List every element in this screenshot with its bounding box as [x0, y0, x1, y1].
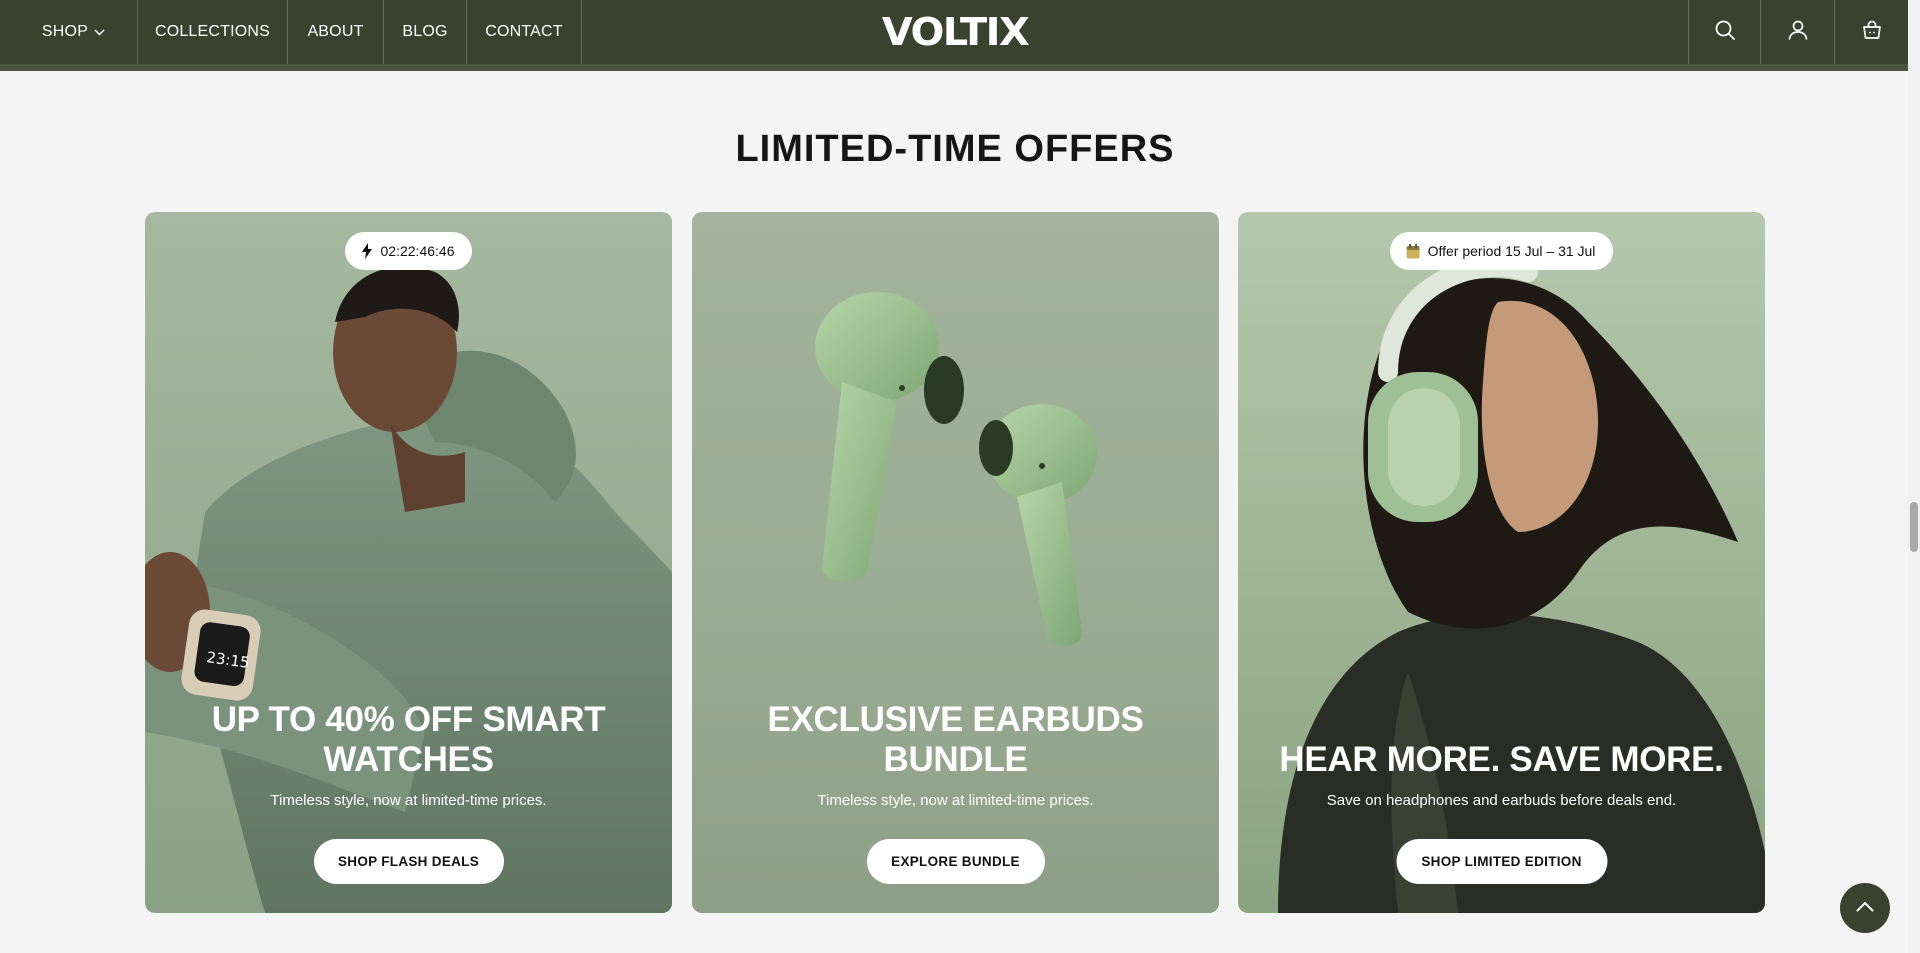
nav-contact[interactable]: CONTACT: [467, 0, 582, 64]
nav-collections[interactable]: COLLECTIONS: [138, 0, 288, 64]
chevron-up-icon: [1856, 899, 1874, 917]
search-button[interactable]: [1688, 0, 1760, 64]
scrollbar-thumb[interactable]: [1910, 502, 1918, 552]
header-actions: [1688, 0, 1908, 64]
site-logo[interactable]: VOLTIX: [880, 10, 1030, 54]
card-title-line: WATCHES: [323, 740, 494, 779]
countdown-badge: 02:22:46:46: [344, 232, 473, 270]
card-subtitle: Timeless style, now at limited-time pric…: [817, 792, 1094, 809]
nav-collections-label: COLLECTIONS: [154, 23, 271, 40]
card-title-line: HEAR MORE. SAVE MORE.: [1279, 740, 1724, 779]
card-title-line: EXCLUSIVE EARBUDS: [767, 700, 1144, 739]
countdown-timer: 02:22:46:46: [380, 243, 455, 259]
nav-about[interactable]: ABOUT: [288, 0, 384, 64]
card-title: HEAR MORE. SAVE MORE.: [1238, 740, 1765, 780]
offer-period-badge: Offer period 15 Jul – 31 Jul: [1389, 232, 1614, 270]
cart-button[interactable]: [1834, 0, 1908, 64]
nav-about-label: ABOUT: [307, 23, 364, 40]
card-title: UP TO 40% OFF SMART WATCHES: [145, 700, 672, 780]
card-title-line: BUNDLE: [883, 740, 1028, 779]
card-title-line: UP TO 40% OFF SMART: [211, 700, 606, 739]
card-subtitle: Timeless style, now at limited-time pric…: [270, 792, 547, 809]
nav-shop[interactable]: SHOP: [0, 0, 138, 64]
nav-contact-label: CONTACT: [485, 23, 563, 40]
offer-card-smartwatch[interactable]: 23:15 02:22:46:46 UP TO 40% OFF SMART WA…: [145, 212, 672, 913]
page-scrollbar[interactable]: [1908, 0, 1920, 953]
nav-blog-label: BLOG: [402, 23, 448, 40]
card-subtitle: Save on headphones and earbuds before de…: [1326, 792, 1677, 809]
user-icon: [1787, 19, 1809, 46]
explore-bundle-button[interactable]: EXPLORE BUNDLE: [866, 839, 1045, 884]
offer-card-earbuds[interactable]: EXCLUSIVE EARBUDS BUNDLE Timeless style,…: [692, 212, 1219, 913]
main-nav: SHOP COLLECTIONS ABOUT BLOG CONTACT: [0, 0, 582, 64]
shop-flash-deals-button[interactable]: SHOP FLASH DEALS: [313, 839, 504, 884]
lightning-icon: [361, 243, 373, 259]
shop-limited-edition-button[interactable]: SHOP LIMITED EDITION: [1396, 839, 1607, 884]
search-icon: [1714, 19, 1736, 46]
nav-blog[interactable]: BLOG: [384, 0, 467, 64]
card-title: EXCLUSIVE EARBUDS BUNDLE: [692, 700, 1219, 780]
site-header: SHOP COLLECTIONS ABOUT BLOG CONTACT VOLT…: [0, 0, 1908, 71]
calendar-icon: [1406, 243, 1420, 259]
offer-period-text: Offer period 15 Jul – 31 Jul: [1427, 243, 1596, 259]
section-title: LIMITED-TIME OFFERS: [735, 128, 1175, 170]
back-to-top-button[interactable]: [1840, 883, 1890, 933]
account-button[interactable]: [1760, 0, 1834, 64]
nav-shop-label: SHOP: [41, 23, 89, 40]
chevron-down-icon: [94, 28, 105, 36]
offer-card-headphones[interactable]: Offer period 15 Jul – 31 Jul HEAR MORE. …: [1238, 212, 1765, 913]
cart-icon: [1861, 19, 1883, 46]
